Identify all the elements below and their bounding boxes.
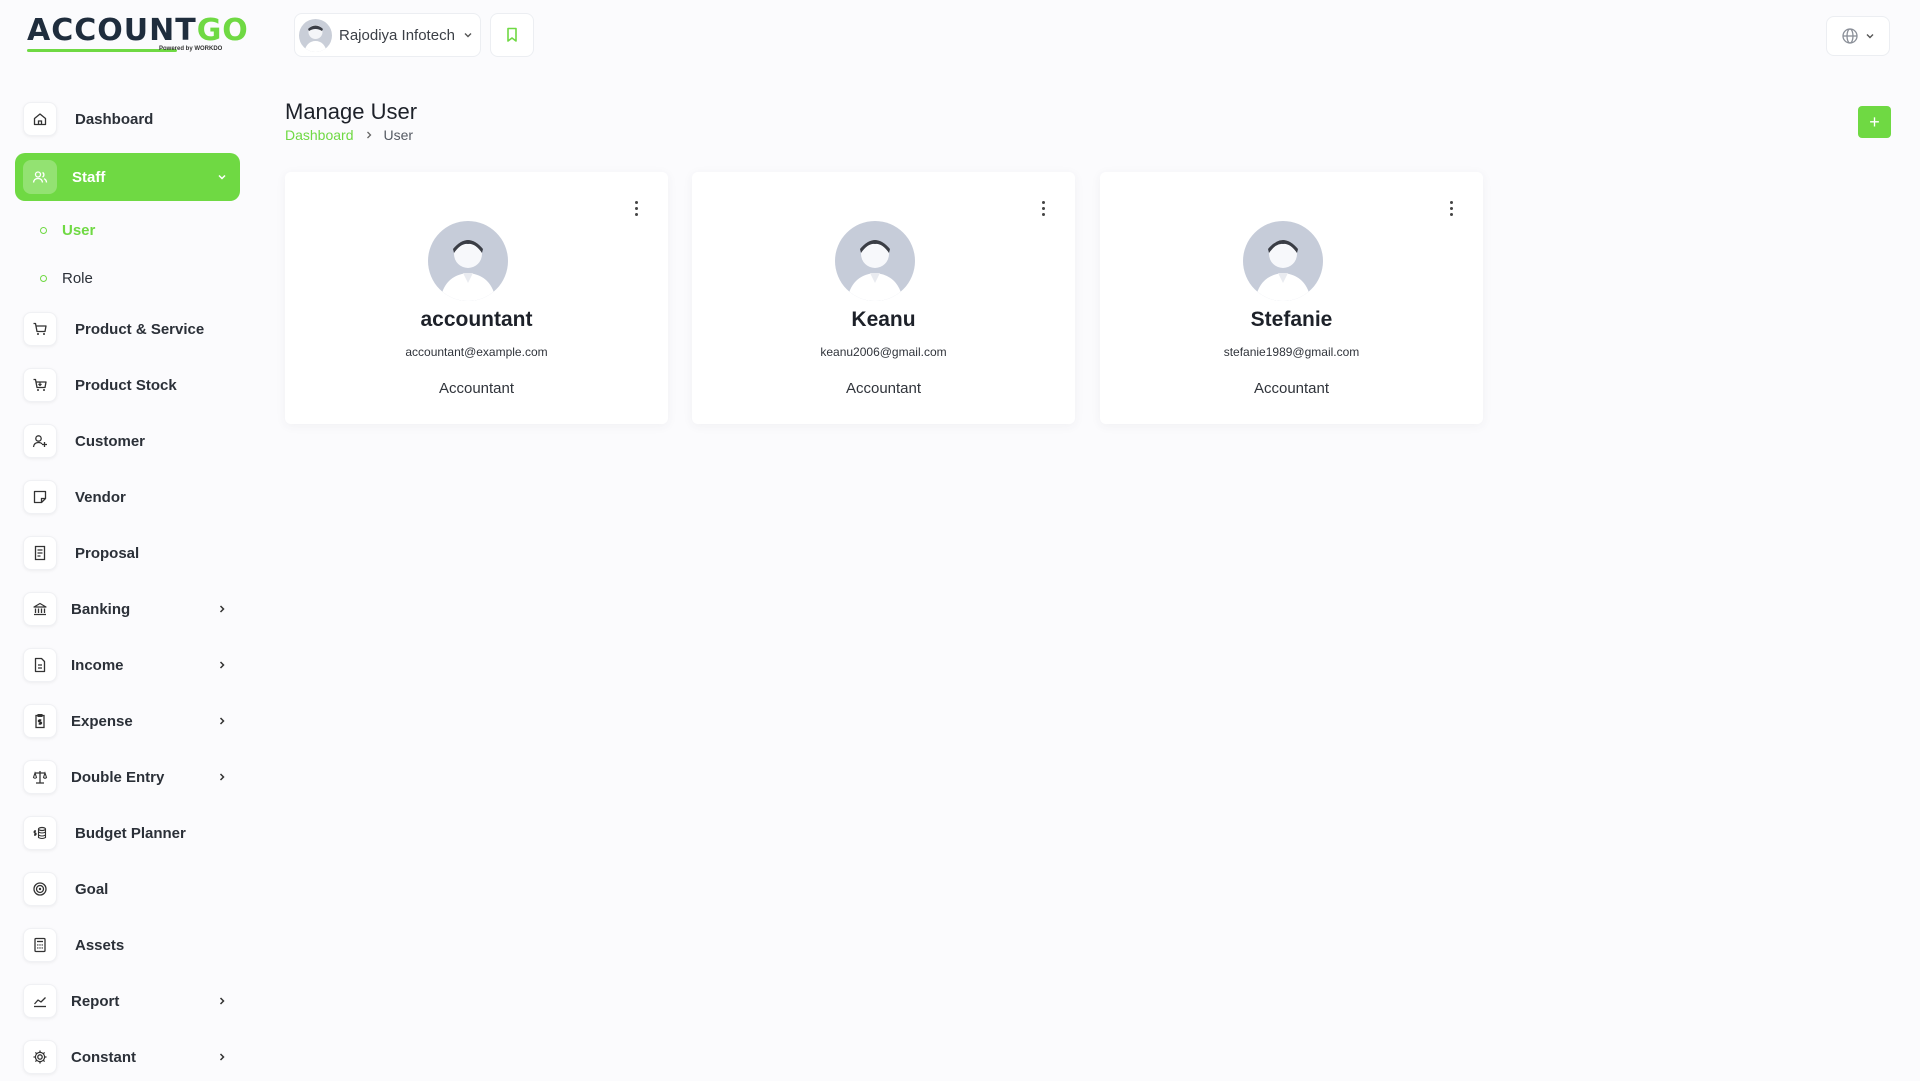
user-name: Keanu — [851, 308, 916, 331]
calculator-icon — [23, 928, 57, 962]
bookmark-icon — [507, 27, 517, 42]
company-avatar — [299, 18, 332, 52]
chevron-right-icon — [219, 773, 225, 781]
chevron-right-icon — [219, 997, 225, 1005]
page-title: Manage User — [285, 99, 418, 124]
sidebar-item-label: Banking — [71, 600, 131, 618]
sidebar-item-label: Budget Planner — [75, 824, 186, 842]
scale-icon — [23, 760, 57, 794]
user-role: Accountant — [438, 380, 515, 397]
sidebar-item-label: Constant — [71, 1048, 136, 1066]
sidebar-item-income[interactable]: Income — [15, 641, 240, 689]
chevron-right-icon — [219, 661, 225, 669]
user-card: accountant accountant@example.com Accoun… — [285, 172, 668, 424]
file-icon — [23, 648, 57, 682]
cart-icon — [23, 312, 57, 346]
sidebar-item-assets[interactable]: Assets — [15, 921, 240, 969]
sidebar-item-label: Assets — [75, 936, 125, 954]
chevron-down-icon — [464, 33, 472, 38]
sidebar-item-product-service[interactable]: Product & Service — [15, 305, 240, 353]
language-selector[interactable] — [1826, 16, 1890, 56]
sidebar-item-report[interactable]: Report — [15, 977, 240, 1025]
sidebar-item-label: Report — [71, 992, 120, 1010]
sidebar-item-product-stock[interactable]: Product Stock — [15, 361, 240, 409]
sidebar-subitem-label: User — [62, 221, 96, 239]
company-switcher[interactable]: Rajodiya Infotech — [294, 13, 481, 57]
user-email: stefanie1989@gmail.com — [1223, 345, 1360, 359]
user-name: Stefanie — [1250, 308, 1333, 331]
sidebar-item-label: Customer — [75, 432, 146, 450]
chevron-right-icon — [366, 131, 371, 139]
logo-underline — [27, 49, 177, 52]
chevron-down-icon — [218, 174, 226, 180]
sidebar-item-label: Vendor — [75, 488, 126, 506]
sidebar-item-customer[interactable]: Customer — [15, 417, 240, 465]
sidebar-item-banking[interactable]: Banking — [15, 585, 240, 633]
more-options-icon[interactable] — [1033, 196, 1053, 220]
sidebar-item-dashboard[interactable]: Dashboard — [15, 95, 240, 143]
sidebar-item-constant[interactable]: Constant — [15, 1033, 240, 1081]
user-role: Accountant — [1253, 380, 1330, 397]
avatar — [428, 221, 508, 301]
sidebar-item-label: Staff — [72, 168, 106, 186]
sidebar-item-budget-planner[interactable]: Budget Planner — [15, 809, 240, 857]
brand-logo[interactable]: ACCOUNTGO Powered by WORKDO — [27, 13, 249, 56]
logo-text: ACCOUNTGO — [27, 13, 249, 48]
bank-icon — [23, 592, 57, 626]
sidebar-subitem-label: Role — [62, 269, 93, 287]
chevron-right-icon — [219, 605, 225, 613]
sidebar-item-label: Product Stock — [75, 376, 177, 394]
sidebar-item-label: Goal — [75, 880, 109, 898]
sidebar-item-staff[interactable]: Staff — [15, 153, 240, 201]
sidebar-item-vendor[interactable]: Vendor — [15, 473, 240, 521]
globe-icon — [1842, 28, 1858, 44]
sidebar-item-label: Expense — [71, 712, 133, 730]
add-user-button[interactable]: + — [1858, 106, 1891, 138]
more-options-icon[interactable] — [626, 196, 646, 220]
clipboard-dollar-icon — [23, 704, 57, 738]
breadcrumb-current: User — [383, 127, 414, 143]
target-icon — [23, 872, 57, 906]
avatar — [1243, 221, 1323, 301]
breadcrumb-link-dashboard[interactable]: Dashboard — [285, 127, 354, 143]
note-icon — [23, 480, 57, 514]
sidebar-item-expense[interactable]: Expense — [15, 697, 240, 745]
sidebar-item-goal[interactable]: Goal — [15, 865, 240, 913]
user-email: accountant@example.com — [405, 345, 548, 359]
chart-line-icon — [23, 984, 57, 1018]
sidebar-subitem-user[interactable]: User — [40, 218, 95, 242]
cart-stock-icon — [23, 368, 57, 402]
home-icon — [23, 102, 57, 136]
company-name: Rajodiya Infotech — [339, 26, 455, 44]
avatar — [835, 221, 915, 301]
sidebar-item-proposal[interactable]: Proposal — [15, 529, 240, 577]
sidebar-item-double-entry[interactable]: Double Entry — [15, 753, 240, 801]
bookmark-button[interactable] — [490, 13, 534, 57]
sidebar-item-label: Income — [71, 656, 124, 674]
sidebar-subitem-role[interactable]: Role — [40, 266, 93, 290]
user-email: keanu2006@gmail.com — [820, 345, 947, 359]
user-role: Accountant — [845, 380, 922, 397]
user-plus-icon — [23, 424, 57, 458]
bullet-icon — [40, 274, 47, 282]
gear-icon — [23, 1040, 57, 1074]
chevron-right-icon — [219, 1053, 225, 1061]
chevron-right-icon — [219, 717, 225, 725]
coins-icon — [23, 816, 57, 850]
user-name: accountant — [420, 308, 533, 331]
sidebar-item-label: Proposal — [75, 544, 140, 562]
more-options-icon[interactable] — [1441, 196, 1461, 220]
receipt-icon — [23, 536, 57, 570]
sidebar-item-label: Dashboard — [75, 110, 154, 128]
users-icon — [23, 160, 57, 194]
breadcrumb: Dashboard User — [285, 127, 413, 143]
user-card: Stefanie stefanie1989@gmail.com Accounta… — [1100, 172, 1483, 424]
user-card: Keanu keanu2006@gmail.com Accountant — [692, 172, 1075, 424]
sidebar-item-label: Double Entry — [71, 768, 165, 786]
chevron-down-icon — [1866, 34, 1874, 39]
logo-subtitle: Powered by WORKDO — [159, 46, 223, 52]
sidebar-item-label: Product & Service — [75, 320, 205, 338]
bullet-icon — [40, 226, 47, 234]
